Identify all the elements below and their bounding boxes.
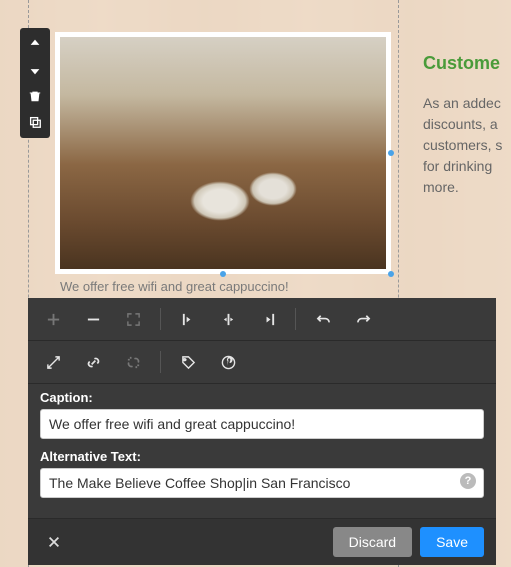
save-button[interactable]: Save (420, 527, 484, 557)
toolbar-row-2 (28, 341, 496, 384)
link-icon[interactable] (76, 347, 110, 377)
align-right-icon[interactable] (251, 304, 285, 334)
discard-button[interactable]: Discard (333, 527, 412, 557)
panel-footer: Discard Save (28, 518, 496, 565)
caption-label: Caption: (40, 390, 484, 405)
image-block[interactable]: We offer free wifi and great cappuccino! (55, 32, 391, 300)
move-down-button[interactable] (20, 57, 50, 83)
alt-text-label: Alternative Text: (40, 449, 484, 464)
tag-icon[interactable] (171, 347, 205, 377)
delete-button[interactable] (20, 83, 50, 109)
redo-icon[interactable] (346, 304, 380, 334)
add-icon (36, 304, 70, 334)
help-icon[interactable]: ? (460, 473, 476, 489)
bg-para-1: As an addec discounts, a customers, s fo… (423, 93, 511, 198)
form-body: Caption: Alternative Text: ? (28, 384, 496, 518)
align-center-icon[interactable] (211, 304, 245, 334)
align-left-icon[interactable] (171, 304, 205, 334)
remove-icon[interactable] (76, 304, 110, 334)
image-preview[interactable] (60, 37, 386, 269)
expand-icon[interactable] (36, 347, 70, 377)
toolbar-row-1 (28, 298, 496, 341)
duplicate-button[interactable] (20, 109, 50, 135)
resize-handle-bottom[interactable] (220, 271, 226, 277)
alt-text-input[interactable] (40, 468, 484, 498)
block-toolbar (20, 28, 50, 138)
caption-input[interactable] (40, 409, 484, 439)
fullscreen-icon (116, 304, 150, 334)
image-frame[interactable] (55, 32, 391, 274)
image-settings-panel: Caption: Alternative Text: ? Discard Sav… (28, 298, 496, 565)
unlink-icon (116, 347, 150, 377)
bg-heading-1: Custome (423, 50, 511, 77)
close-button[interactable] (40, 528, 68, 556)
resize-handle-right[interactable] (388, 150, 394, 156)
caption-display: We offer free wifi and great cappuccino! (55, 274, 391, 300)
move-up-button[interactable] (20, 31, 50, 57)
pinterest-icon[interactable] (211, 347, 245, 377)
resize-handle-corner[interactable] (388, 271, 394, 277)
undo-icon[interactable] (306, 304, 340, 334)
